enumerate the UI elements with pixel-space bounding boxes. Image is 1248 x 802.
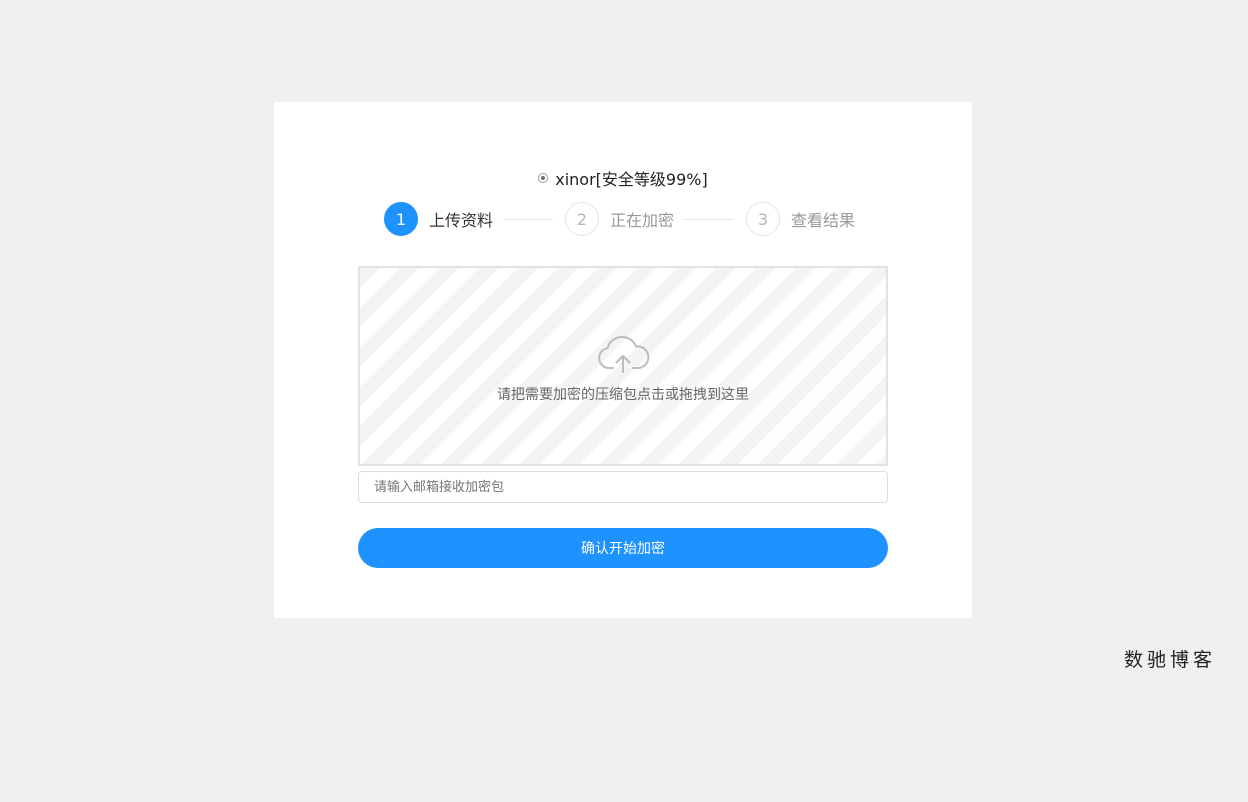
encryption-option[interactable]: xinor[安全等级99%] (274, 168, 972, 189)
step-upload: 1 上传资料 (384, 202, 493, 236)
cloud-upload-icon (598, 335, 650, 373)
step-result: 3 查看结果 (746, 202, 855, 236)
step-label: 上传资料 (429, 211, 494, 230)
radio-button[interactable] (538, 173, 549, 183)
step-encrypting: 2 正在加密 (565, 202, 674, 236)
step-number: 2 (565, 202, 600, 236)
step-number: 1 (384, 202, 418, 236)
step-number: 3 (746, 202, 781, 236)
email-input[interactable] (358, 471, 888, 503)
step-label: 正在加密 (610, 211, 675, 230)
upload-hint: 请把需要加密的压缩包点击或拖拽到这里 (497, 387, 749, 403)
step-label: 查看结果 (791, 211, 856, 230)
steps-indicator: 1 上传资料 2 正在加密 3 查看结果 (384, 202, 855, 236)
encryption-card: xinor[安全等级99%] 1 上传资料 2 正在加密 3 查看结果 请把需要… (274, 102, 972, 618)
encryption-option-label: xinor[安全等级99%] (555, 170, 708, 189)
upload-dropzone[interactable]: 请把需要加密的压缩包点击或拖拽到这里 (358, 266, 888, 466)
watermark: 数驰博客 (1124, 649, 1217, 671)
step-connector (503, 218, 554, 220)
step-connector (684, 218, 735, 220)
start-encryption-button[interactable]: 确认开始加密 (358, 528, 888, 568)
